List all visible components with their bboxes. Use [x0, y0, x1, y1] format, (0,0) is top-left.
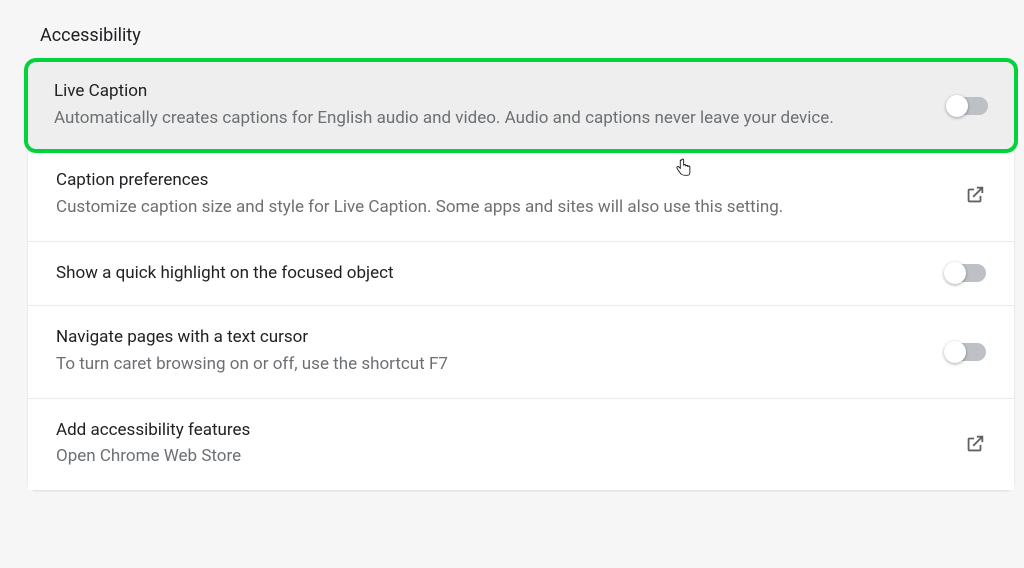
text-cursor-title: Navigate pages with a text cursor [56, 326, 922, 350]
caption-preferences-desc: Customize caption size and style for Liv… [56, 195, 940, 221]
live-caption-text: Live Caption Automatically creates capti… [54, 80, 924, 131]
toggle-knob-icon [944, 341, 966, 363]
caption-preferences-title: Caption preferences [56, 169, 940, 193]
toggle-knob-icon [946, 95, 968, 117]
quick-highlight-row[interactable]: Show a quick highlight on the focused ob… [28, 242, 1014, 307]
live-caption-desc: Automatically creates captions for Engli… [54, 106, 924, 132]
quick-highlight-toggle[interactable] [946, 264, 986, 282]
add-features-desc: Open Chrome Web Store [56, 444, 940, 470]
quick-highlight-title: Show a quick highlight on the focused ob… [56, 262, 922, 286]
caption-preferences-text: Caption preferences Customize caption si… [56, 169, 940, 220]
text-cursor-row[interactable]: Navigate pages with a text cursor To tur… [28, 306, 1014, 398]
live-caption-title: Live Caption [54, 80, 924, 104]
caption-preferences-row[interactable]: Caption preferences Customize caption si… [28, 149, 1014, 241]
add-features-control [964, 433, 986, 455]
toggle-knob-icon [944, 262, 966, 284]
text-cursor-desc: To turn caret browsing on or off, use th… [56, 352, 922, 378]
add-features-title: Add accessibility features [56, 419, 940, 443]
add-features-row[interactable]: Add accessibility features Open Chrome W… [28, 399, 1014, 490]
live-caption-row[interactable]: Live Caption Automatically creates capti… [24, 58, 1018, 153]
quick-highlight-control [946, 264, 986, 282]
section-title-accessibility: Accessibility [28, 25, 1014, 46]
external-link-icon[interactable] [964, 184, 986, 206]
quick-highlight-text: Show a quick highlight on the focused ob… [56, 262, 922, 286]
accessibility-settings-list: Live Caption Automatically creates capti… [28, 58, 1014, 490]
live-caption-control [948, 97, 988, 115]
external-link-icon[interactable] [964, 433, 986, 455]
live-caption-toggle[interactable] [948, 97, 988, 115]
text-cursor-control [946, 343, 986, 361]
text-cursor-text: Navigate pages with a text cursor To tur… [56, 326, 922, 377]
add-features-text: Add accessibility features Open Chrome W… [56, 419, 940, 470]
text-cursor-toggle[interactable] [946, 343, 986, 361]
caption-preferences-control [964, 184, 986, 206]
